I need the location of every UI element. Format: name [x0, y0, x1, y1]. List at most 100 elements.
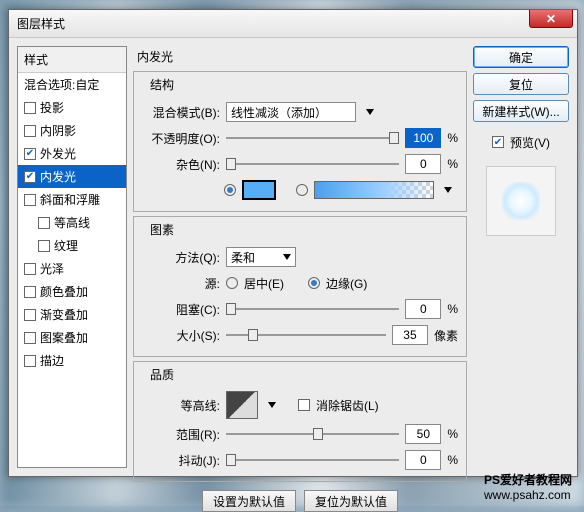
preview-glow-icon: [502, 182, 540, 220]
color-swatch[interactable]: [242, 180, 276, 200]
ok-button[interactable]: 确定: [473, 46, 569, 68]
range-slider[interactable]: [226, 426, 399, 442]
sidebar-checkbox[interactable]: [24, 355, 36, 367]
sidebar-checkbox[interactable]: [24, 286, 36, 298]
chevron-down-icon: [283, 254, 291, 260]
sidebar-blending[interactable]: 混合选项:自定: [18, 73, 126, 96]
elements-group: 图素 方法(Q): 柔和 源: 居中(E) 边缘(G) 阻塞(C):: [133, 216, 467, 357]
source-center-radio[interactable]: [226, 277, 238, 289]
size-slider[interactable]: [226, 327, 386, 343]
sidebar-item-6[interactable]: 纹理: [18, 234, 126, 257]
choke-unit: %: [447, 302, 458, 316]
structure-group: 结构 混合模式(B): 线性减淡（添加） 不透明度(O): 100 % 杂色(N…: [133, 71, 467, 212]
chevron-down-icon[interactable]: [268, 402, 276, 408]
preview-checkbox[interactable]: [492, 136, 504, 148]
color-radio[interactable]: [224, 184, 236, 196]
blend-mode-label: 混合模式(B):: [142, 104, 220, 121]
sidebar-item-label: 内阴影: [40, 122, 76, 139]
noise-slider[interactable]: [226, 156, 399, 172]
window-title: 图层样式: [17, 15, 65, 32]
quality-title: 品质: [146, 366, 178, 383]
size-value[interactable]: 35: [392, 325, 428, 345]
noise-label: 杂色(N):: [142, 156, 220, 173]
styles-sidebar: 样式 混合选项:自定 投影内阴影外发光内发光斜面和浮雕等高线纹理光泽颜色叠加渐变…: [17, 46, 127, 468]
choke-value[interactable]: 0: [405, 299, 441, 319]
settings-panel: 内发光 结构 混合模式(B): 线性减淡（添加） 不透明度(O): 100 %: [133, 46, 467, 468]
sidebar-item-label: 内发光: [40, 168, 76, 185]
gradient-preview[interactable]: [314, 181, 434, 199]
titlebar[interactable]: 图层样式 ✕: [9, 10, 577, 38]
sidebar-checkbox[interactable]: [24, 309, 36, 321]
gradient-radio[interactable]: [296, 184, 308, 196]
sidebar-item-5[interactable]: 等高线: [18, 211, 126, 234]
size-unit: 像素: [434, 327, 458, 344]
choke-slider[interactable]: [226, 301, 399, 317]
sidebar-checkbox[interactable]: [24, 171, 36, 183]
sidebar-checkbox[interactable]: [24, 148, 36, 160]
sidebar-checkbox[interactable]: [24, 102, 36, 114]
sidebar-checkbox[interactable]: [38, 240, 50, 252]
antialias-checkbox[interactable]: [298, 399, 310, 411]
source-label: 源:: [142, 275, 220, 292]
preview-label: 预览(V): [510, 134, 550, 151]
new-style-button[interactable]: 新建样式(W)...: [473, 100, 569, 122]
sidebar-checkbox[interactable]: [38, 217, 50, 229]
noise-unit: %: [447, 157, 458, 171]
opacity-label: 不透明度(O):: [142, 130, 220, 147]
sidebar-item-label: 图案叠加: [40, 329, 88, 346]
sidebar-item-label: 斜面和浮雕: [40, 191, 100, 208]
watermark: PS爱好者教程网 www.psahz.com: [484, 471, 572, 502]
source-edge-label: 边缘(G): [326, 275, 367, 292]
sidebar-header[interactable]: 样式: [18, 47, 126, 73]
noise-value[interactable]: 0: [405, 154, 441, 174]
quality-group: 品质 等高线: 消除锯齿(L) 范围(R): 50 % 抖动(J):: [133, 361, 467, 482]
sidebar-item-10[interactable]: 图案叠加: [18, 326, 126, 349]
source-edge-radio[interactable]: [308, 277, 320, 289]
close-icon: ✕: [546, 12, 556, 26]
sidebar-item-label: 渐变叠加: [40, 306, 88, 323]
sidebar-item-label: 外发光: [40, 145, 76, 162]
sidebar-item-label: 等高线: [54, 214, 90, 231]
close-button[interactable]: ✕: [529, 10, 573, 28]
sidebar-item-4[interactable]: 斜面和浮雕: [18, 188, 126, 211]
sidebar-item-2[interactable]: 外发光: [18, 142, 126, 165]
sidebar-item-label: 光泽: [40, 260, 64, 277]
contour-picker[interactable]: [226, 391, 258, 419]
layer-style-dialog: 图层样式 ✕ 样式 混合选项:自定 投影内阴影外发光内发光斜面和浮雕等高线纹理光…: [8, 9, 578, 477]
sidebar-item-8[interactable]: 颜色叠加: [18, 280, 126, 303]
sidebar-item-0[interactable]: 投影: [18, 96, 126, 119]
sidebar-item-1[interactable]: 内阴影: [18, 119, 126, 142]
make-default-button[interactable]: 设置为默认值: [202, 490, 296, 512]
blend-mode-select[interactable]: 线性减淡（添加）: [226, 102, 356, 122]
range-value[interactable]: 50: [405, 424, 441, 444]
sidebar-item-3[interactable]: 内发光: [18, 165, 126, 188]
cancel-button[interactable]: 复位: [473, 73, 569, 95]
opacity-unit: %: [447, 131, 458, 145]
chevron-down-icon[interactable]: [444, 187, 452, 193]
jitter-unit: %: [447, 453, 458, 467]
method-label: 方法(Q):: [142, 249, 220, 266]
sidebar-item-label: 纹理: [54, 237, 78, 254]
chevron-down-icon[interactable]: [366, 109, 374, 115]
jitter-slider[interactable]: [226, 452, 399, 468]
choke-label: 阻塞(C):: [142, 301, 220, 318]
action-column: 确定 复位 新建样式(W)... 预览(V): [473, 46, 569, 468]
jitter-label: 抖动(J):: [142, 452, 220, 469]
method-select[interactable]: 柔和: [226, 247, 296, 267]
sidebar-item-9[interactable]: 渐变叠加: [18, 303, 126, 326]
sidebar-item-7[interactable]: 光泽: [18, 257, 126, 280]
reset-default-button[interactable]: 复位为默认值: [304, 490, 398, 512]
range-unit: %: [447, 427, 458, 441]
sidebar-checkbox[interactable]: [24, 194, 36, 206]
sidebar-checkbox[interactable]: [24, 125, 36, 137]
sidebar-checkbox[interactable]: [24, 263, 36, 275]
sidebar-item-11[interactable]: 描边: [18, 349, 126, 372]
sidebar-checkbox[interactable]: [24, 332, 36, 344]
opacity-value[interactable]: 100: [405, 128, 441, 148]
default-buttons: 设置为默认值 复位为默认值: [133, 490, 467, 512]
size-label: 大小(S):: [142, 327, 220, 344]
preview-pane: [486, 166, 556, 236]
jitter-value[interactable]: 0: [405, 450, 441, 470]
opacity-slider[interactable]: [226, 130, 399, 146]
panel-title: 内发光: [137, 48, 467, 65]
